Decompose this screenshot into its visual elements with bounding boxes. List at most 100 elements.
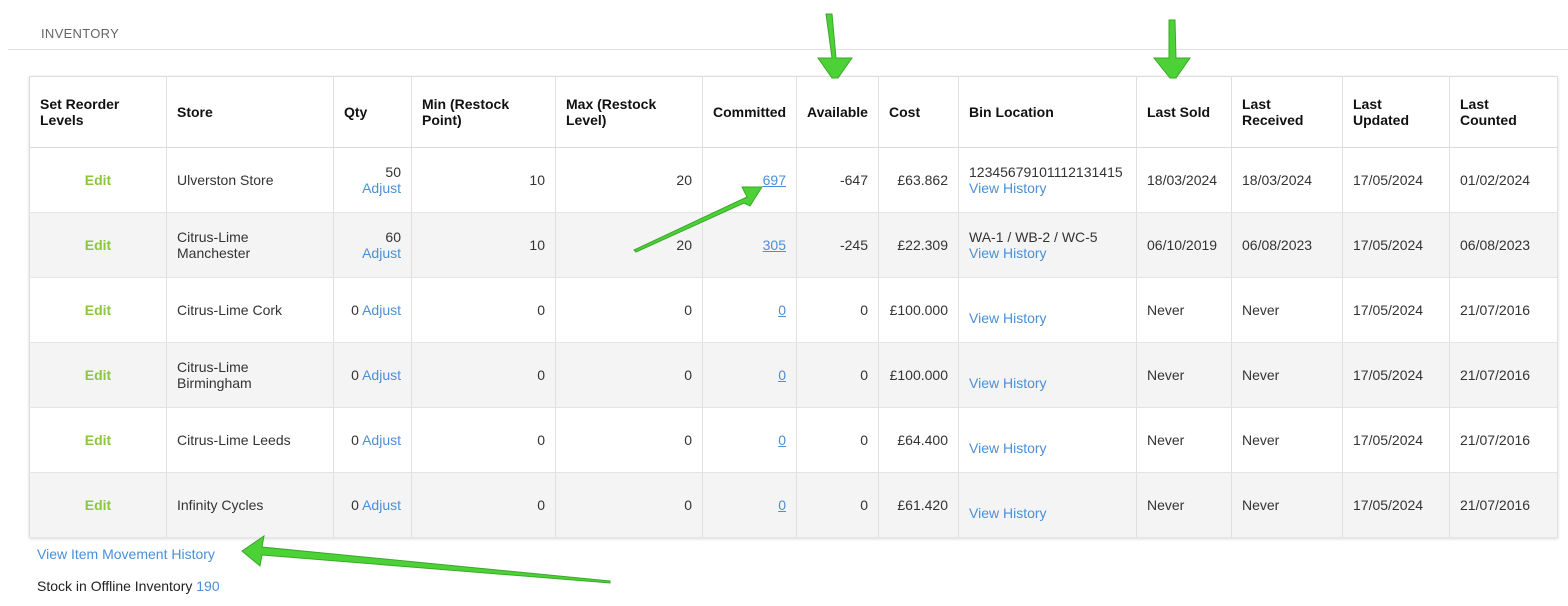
qty-cell: 0 Adjust [333, 342, 412, 408]
offline-inventory-value-link[interactable]: 190 [196, 578, 219, 594]
last-counted-cell: 21/07/2016 [1449, 342, 1558, 408]
store-cell: Citrus-Lime Cork [166, 277, 334, 343]
qty-value: 0 [351, 302, 359, 318]
last-sold-cell: Never [1136, 277, 1232, 343]
header-store: Store [166, 76, 334, 148]
edit-reorder-link[interactable]: Edit [85, 367, 111, 383]
reorder-cell: Edit [29, 277, 167, 343]
available-cell: 0 [796, 472, 879, 538]
qty-cell: 60 Adjust [333, 212, 412, 278]
table-row: Edit Citrus-Lime Birmingham 0 Adjust 0 0… [29, 342, 1558, 408]
reorder-cell: Edit [29, 407, 167, 473]
view-history-link[interactable]: View History [969, 505, 1047, 521]
last-received-cell: Never [1231, 342, 1343, 408]
reorder-cell: Edit [29, 342, 167, 408]
header-committed: Committed [702, 76, 797, 148]
view-history-link[interactable]: View History [969, 245, 1047, 261]
cost-cell: £63.862 [878, 147, 959, 213]
view-history-link[interactable]: View History [969, 440, 1047, 456]
edit-reorder-link[interactable]: Edit [85, 302, 111, 318]
store-cell: Citrus-Lime Birmingham [166, 342, 334, 408]
qty-cell: 50 Adjust [333, 147, 412, 213]
min-cell: 0 [411, 342, 556, 408]
last-updated-cell: 17/05/2024 [1342, 147, 1450, 213]
view-item-movement-history-link[interactable]: View Item Movement History [37, 546, 215, 562]
qty-cell: 0 Adjust [333, 472, 412, 538]
edit-reorder-link[interactable]: Edit [85, 432, 111, 448]
header-last-updated: Last Updated [1342, 76, 1450, 148]
header-max-restock: Max (Restock Level) [555, 76, 703, 148]
cost-cell: £64.400 [878, 407, 959, 473]
max-cell: 20 [555, 212, 703, 278]
adjust-link[interactable]: Adjust [362, 245, 401, 261]
committed-link[interactable]: 0 [778, 497, 786, 513]
adjust-link[interactable]: Adjust [362, 180, 401, 196]
adjust-link[interactable]: Adjust [362, 367, 401, 383]
last-updated-cell: 17/05/2024 [1342, 212, 1450, 278]
table-row: Edit Citrus-Lime Leeds 0 Adjust 0 0 0 0 … [29, 407, 1558, 473]
reorder-cell: Edit [29, 472, 167, 538]
last-received-cell: 06/08/2023 [1231, 212, 1343, 278]
cost-cell: £22.309 [878, 212, 959, 278]
bin-location-cell: View History [958, 407, 1137, 473]
header-bin-location: Bin Location [958, 76, 1137, 148]
max-cell: 0 [555, 472, 703, 538]
last-received-cell: Never [1231, 472, 1343, 538]
header-last-counted: Last Counted [1449, 76, 1558, 148]
committed-link[interactable]: 305 [763, 237, 786, 253]
view-history-link[interactable]: View History [969, 375, 1047, 391]
adjust-link[interactable]: Adjust [362, 302, 401, 318]
header-qty: Qty [333, 76, 412, 148]
min-cell: 0 [411, 277, 556, 343]
adjust-link[interactable]: Adjust [362, 497, 401, 513]
edit-reorder-link[interactable]: Edit [85, 172, 111, 188]
store-cell: Infinity Cycles [166, 472, 334, 538]
bin-code: 12345679101112131415 [969, 164, 1123, 180]
movement-history-row: View Item Movement History [37, 546, 215, 562]
last-counted-cell: 21/07/2016 [1449, 407, 1558, 473]
committed-link[interactable]: 697 [763, 172, 786, 188]
last-sold-cell: 18/03/2024 [1136, 147, 1232, 213]
qty-value: 0 [351, 497, 359, 513]
bin-code [969, 489, 1126, 505]
committed-link[interactable]: 0 [778, 432, 786, 448]
section-title: INVENTORY [41, 26, 120, 41]
qty-value: 50 [385, 164, 401, 180]
edit-reorder-link[interactable]: Edit [85, 497, 111, 513]
bin-location-cell: View History [958, 277, 1137, 343]
arrow-to-movement-history-icon [241, 534, 611, 584]
adjust-link[interactable]: Adjust [362, 432, 401, 448]
view-history-link[interactable]: View History [969, 180, 1047, 196]
table-row: Edit Ulverston Store 50 Adjust 10 20 697 … [29, 147, 1558, 213]
last-sold-cell: Never [1136, 407, 1232, 473]
bin-code [969, 294, 1126, 310]
edit-reorder-link[interactable]: Edit [85, 237, 111, 253]
min-cell: 0 [411, 407, 556, 473]
bin-code [969, 359, 1126, 375]
committed-cell: 0 [702, 277, 797, 343]
store-cell: Ulverston Store [166, 147, 334, 213]
min-cell: 10 [411, 212, 556, 278]
qty-cell: 0 Adjust [333, 277, 412, 343]
section-divider [8, 49, 1568, 50]
table-row: Edit Citrus-Lime Manchester 60 Adjust 10 … [29, 212, 1558, 278]
header-last-received: Last Received [1231, 76, 1343, 148]
committed-cell: 0 [702, 407, 797, 473]
view-history-link[interactable]: View History [969, 310, 1047, 326]
header-min-restock: Min (Restock Point) [411, 76, 556, 148]
last-updated-cell: 17/05/2024 [1342, 472, 1450, 538]
table-row: Edit Citrus-Lime Cork 0 Adjust 0 0 0 0 £… [29, 277, 1558, 343]
available-cell: 0 [796, 277, 879, 343]
header-last-sold: Last Sold [1136, 76, 1232, 148]
last-updated-cell: 17/05/2024 [1342, 407, 1450, 473]
qty-cell: 0 Adjust [333, 407, 412, 473]
last-updated-cell: 17/05/2024 [1342, 277, 1450, 343]
available-cell: 0 [796, 407, 879, 473]
arrow-down-available-icon [817, 13, 853, 79]
committed-link[interactable]: 0 [778, 367, 786, 383]
last-received-cell: Never [1231, 277, 1343, 343]
min-cell: 0 [411, 472, 556, 538]
last-sold-cell: 06/10/2019 [1136, 212, 1232, 278]
committed-link[interactable]: 0 [778, 302, 786, 318]
last-sold-cell: Never [1136, 342, 1232, 408]
